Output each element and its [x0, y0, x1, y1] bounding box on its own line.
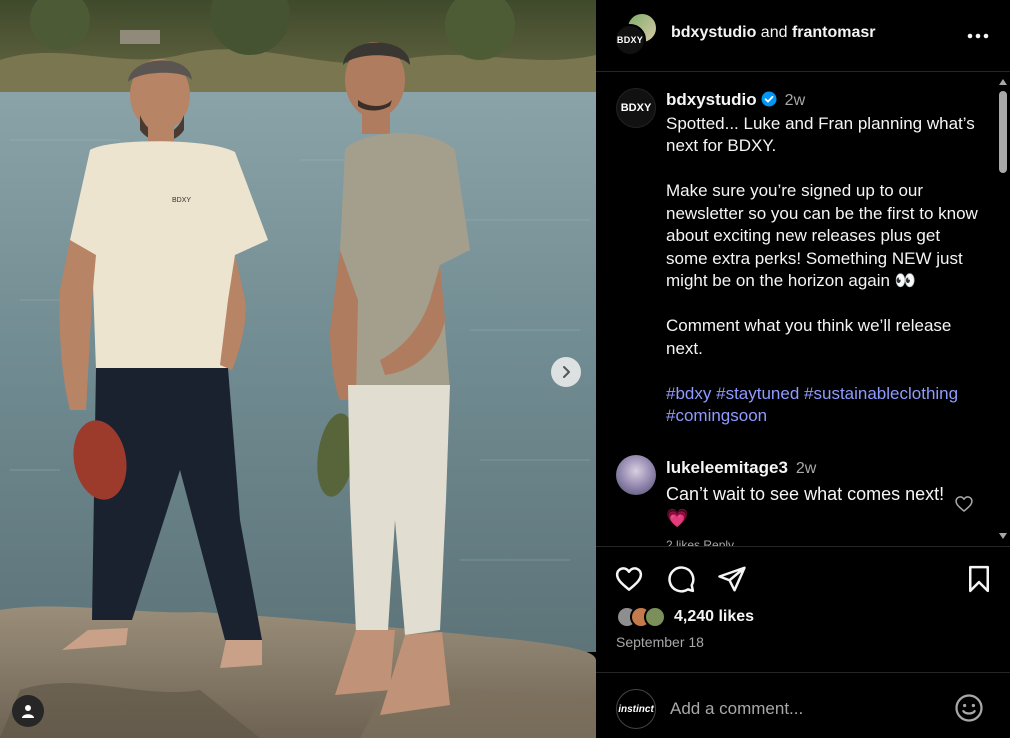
- post-authors: bdxystudio and frantomasr: [671, 24, 876, 42]
- current-user-avatar[interactable]: instinct: [616, 689, 656, 729]
- heart-icon[interactable]: [614, 564, 644, 594]
- post-photo[interactable]: BDXY: [0, 0, 596, 738]
- author-link-bdxystudio[interactable]: bdxystudio: [671, 24, 756, 41]
- scroll-up-arrow[interactable]: [999, 79, 1007, 85]
- caption-hashtags: #bdxy #staytuned #sustainableclothing #c…: [666, 383, 986, 428]
- caption-line-2: Make sure you’re signed up to our newsle…: [666, 181, 978, 290]
- user-tags-button[interactable]: [12, 695, 44, 727]
- hashtag-link[interactable]: #staytuned: [716, 384, 799, 403]
- comment-item: lukeleemitage3 2w Can’t wait to see what …: [666, 456, 946, 530]
- authors-joiner: and: [756, 24, 792, 41]
- commenter-avatar[interactable]: [616, 455, 656, 495]
- user-tag-icon: [22, 705, 34, 718]
- liker-avatar: [644, 606, 666, 628]
- send-icon[interactable]: [717, 564, 747, 594]
- emoji-icon[interactable]: [954, 693, 984, 723]
- comment-text: Can’t wait to see what comes next! 💗: [666, 484, 945, 528]
- feed-scrollbar[interactable]: [996, 73, 1010, 546]
- post-side-panel: BDXY bdxystudio and frantomasr BDXY bdxy…: [596, 0, 1010, 738]
- comment-username[interactable]: lukeleemitage3: [666, 458, 788, 477]
- collab-avatars[interactable]: BDXY: [614, 12, 658, 56]
- bookmark-icon[interactable]: [964, 564, 994, 594]
- hashtag-link[interactable]: #bdxy: [666, 384, 711, 403]
- photo-illustration: BDXY: [0, 0, 596, 738]
- likes-summary[interactable]: 4,240 likes: [616, 604, 754, 630]
- heart-icon[interactable]: [954, 494, 974, 514]
- caption-username[interactable]: bdxystudio: [666, 90, 757, 109]
- hashtag-link[interactable]: #comingsoon: [666, 406, 767, 425]
- comments-feed[interactable]: BDXY bdxystudio 2w Spotted... Luke and Fr…: [596, 73, 1010, 546]
- comment-input[interactable]: [670, 695, 940, 723]
- post-header: BDXY bdxystudio and frantomasr: [596, 0, 1010, 72]
- likes-count[interactable]: 4,240 likes: [674, 608, 754, 626]
- post-actions: [596, 560, 1010, 600]
- caption-line-1: Spotted... Luke and Fran planning what’s…: [666, 113, 975, 156]
- verified-badge-icon: [761, 91, 777, 107]
- author-link-frantomasr[interactable]: frantomasr: [792, 24, 876, 41]
- shirt-logo-text: BDXY: [172, 197, 191, 204]
- scrollbar-thumb[interactable]: [999, 91, 1007, 173]
- hashtag-link[interactable]: #sustainableclothing: [804, 384, 958, 403]
- scroll-down-arrow[interactable]: [999, 533, 1007, 539]
- post-caption: bdxystudio 2w Spotted... Luke and Fran pl…: [666, 89, 986, 428]
- comment-meta: 2 likes Reply: [666, 538, 735, 546]
- next-photo-button[interactable]: [551, 357, 581, 387]
- caption-line-3: Comment what you think we’ll release nex…: [666, 316, 952, 358]
- post-date[interactable]: September 18: [616, 634, 704, 650]
- chevron-right-icon: [563, 366, 570, 378]
- section-divider: [596, 546, 1010, 547]
- more-horizontal-icon: [967, 33, 989, 39]
- caption-avatar[interactable]: BDXY: [616, 88, 656, 128]
- add-comment-bar: instinct: [596, 672, 1010, 738]
- caption-time[interactable]: 2w: [785, 92, 805, 109]
- comment-time: 2w: [795, 460, 817, 477]
- more-options-button[interactable]: [964, 22, 992, 50]
- avatar-bdxystudio[interactable]: BDXY: [614, 24, 646, 56]
- comment-icon[interactable]: [666, 564, 696, 594]
